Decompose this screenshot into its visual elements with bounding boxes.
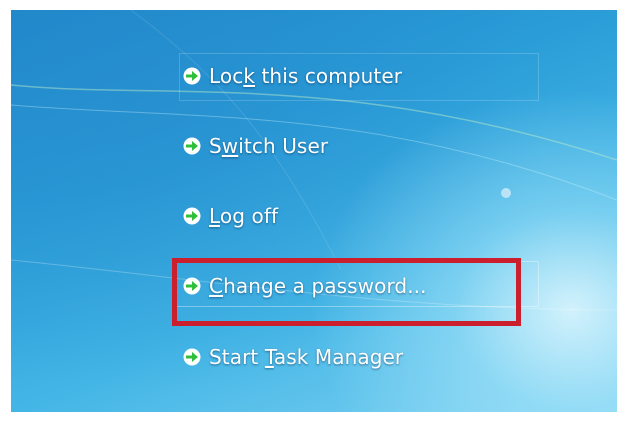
switch-user-label: Switch User [209,134,329,158]
start-task-manager-link[interactable]: Start Task Manager [183,339,403,375]
security-options-menu: Lock this computer Switch User Log off C… [11,10,617,412]
green-right-arrow-icon [183,137,201,155]
green-right-arrow-icon [183,67,201,85]
security-screen: Lock this computer Switch User Log off C… [11,10,617,412]
red-highlight-box [172,258,521,326]
green-right-arrow-icon [183,207,201,225]
start-task-manager-label: Start Task Manager [209,345,404,369]
log-off-link[interactable]: Log off [183,198,278,234]
log-off-label: Log off [209,204,279,228]
lock-this-computer-link[interactable]: Lock this computer [183,58,402,94]
switch-user-link[interactable]: Switch User [183,128,328,164]
lock-this-computer-label: Lock this computer [209,64,403,88]
green-right-arrow-icon [183,348,201,366]
screenshot-frame: Lock this computer Switch User Log off C… [0,0,628,425]
